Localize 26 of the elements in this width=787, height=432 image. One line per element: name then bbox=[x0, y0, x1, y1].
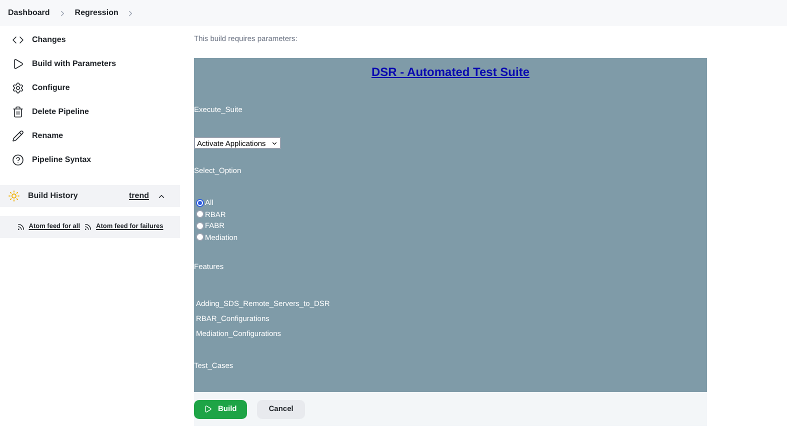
sidebar-item[interactable]: Build with Parameters bbox=[0, 52, 180, 76]
pencil-icon bbox=[12, 130, 24, 142]
radio-button[interactable] bbox=[196, 210, 204, 218]
settings-icon bbox=[12, 82, 24, 94]
breadcrumb-link[interactable]: Dashboard bbox=[8, 7, 50, 19]
form-title-link[interactable]: DSR - Automated Test Suite bbox=[371, 63, 530, 81]
help-icon bbox=[12, 154, 24, 166]
sidebar-item[interactable]: Pipeline Syntax bbox=[0, 148, 180, 172]
trash-icon bbox=[12, 106, 24, 118]
sidebar-item[interactable]: Changes bbox=[0, 28, 180, 52]
breadcrumb-link[interactable]: Regression bbox=[74, 7, 118, 19]
radio-button[interactable] bbox=[196, 233, 204, 242]
sun-icon bbox=[8, 190, 20, 202]
sidebar-item[interactable]: Delete Pipeline bbox=[0, 100, 180, 124]
chevron-down-icon bbox=[271, 140, 278, 147]
rss-icon bbox=[84, 223, 92, 231]
radio-button[interactable] bbox=[196, 198, 204, 207]
trend-link[interactable]: trend bbox=[129, 190, 149, 202]
play-icon bbox=[204, 405, 212, 413]
code-icon bbox=[12, 34, 24, 46]
rss-icon bbox=[16, 223, 25, 231]
build-history-title: Build History bbox=[28, 190, 79, 202]
sidebar-item[interactable]: Rename bbox=[0, 124, 180, 148]
play-icon bbox=[12, 58, 24, 70]
radio-button[interactable] bbox=[196, 222, 204, 230]
sidebar-item[interactable]: Configure bbox=[0, 76, 180, 100]
